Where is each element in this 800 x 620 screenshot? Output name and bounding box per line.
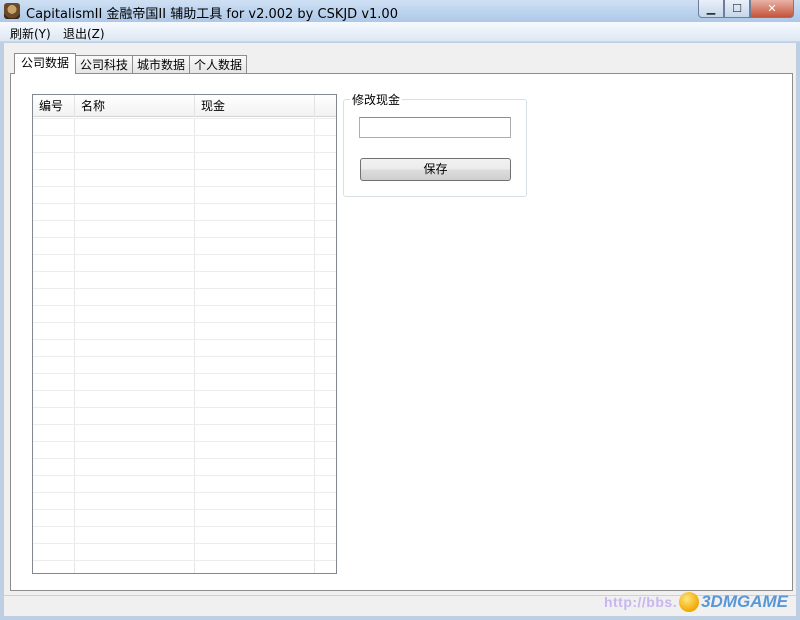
window-title: CapitalismII 金融帝国II 辅助工具 for v2.002 by C… [26, 7, 398, 22]
column-header-id[interactable]: 编号 [33, 95, 75, 117]
column-header-cash[interactable]: 现金 [195, 95, 315, 117]
cash-editor-title: 修改现金 [350, 91, 403, 108]
close-button[interactable]: ✕ [750, 0, 794, 18]
list-header: 编号 名称 现金 [33, 95, 336, 117]
client-area: 公司数据 公司科技 城市数据 个人数据 编号 名称 现金 修改现金 保存 htt… [4, 43, 796, 616]
cash-input[interactable] [359, 117, 511, 138]
cash-editor-group: 修改现金 保存 [343, 91, 527, 197]
app-icon [4, 3, 20, 19]
watermark-brand: 3DMGAME [701, 592, 788, 611]
tab-strip: 公司数据 公司科技 城市数据 个人数据 [14, 53, 248, 74]
column-header-filler [315, 95, 336, 117]
status-bar: http://bbs. 3DMGAME [4, 592, 796, 616]
mascot-icon [679, 592, 700, 612]
maximize-button[interactable]: ☐ [724, 0, 750, 18]
tab-personal-data[interactable]: 个人数据 [189, 55, 248, 74]
minimize-button[interactable]: ▁ [698, 0, 724, 18]
tab-company-data[interactable]: 公司数据 [14, 53, 77, 74]
title-bar[interactable]: CapitalismII 金融帝国II 辅助工具 for v2.002 by C… [0, 0, 800, 22]
company-list[interactable]: 编号 名称 现金 [32, 94, 337, 574]
save-button[interactable]: 保存 [360, 158, 511, 181]
tab-city-data[interactable]: 城市数据 [132, 55, 191, 74]
list-body[interactable] [33, 118, 336, 573]
watermark-url: http://bbs. [603, 594, 678, 610]
watermark: http://bbs. 3DMGAME [604, 590, 788, 614]
menu-bar: 刷新(Y) 退出(Z) [0, 22, 800, 42]
tab-page-company-data: 编号 名称 现金 修改现金 保存 [10, 73, 793, 591]
menu-exit[interactable]: 退出(Z) [63, 25, 105, 42]
column-header-name[interactable]: 名称 [75, 95, 195, 117]
menu-refresh[interactable]: 刷新(Y) [10, 25, 51, 42]
window-controls: ▁ ☐ ✕ [698, 0, 794, 19]
tab-company-tech[interactable]: 公司科技 [75, 55, 134, 74]
